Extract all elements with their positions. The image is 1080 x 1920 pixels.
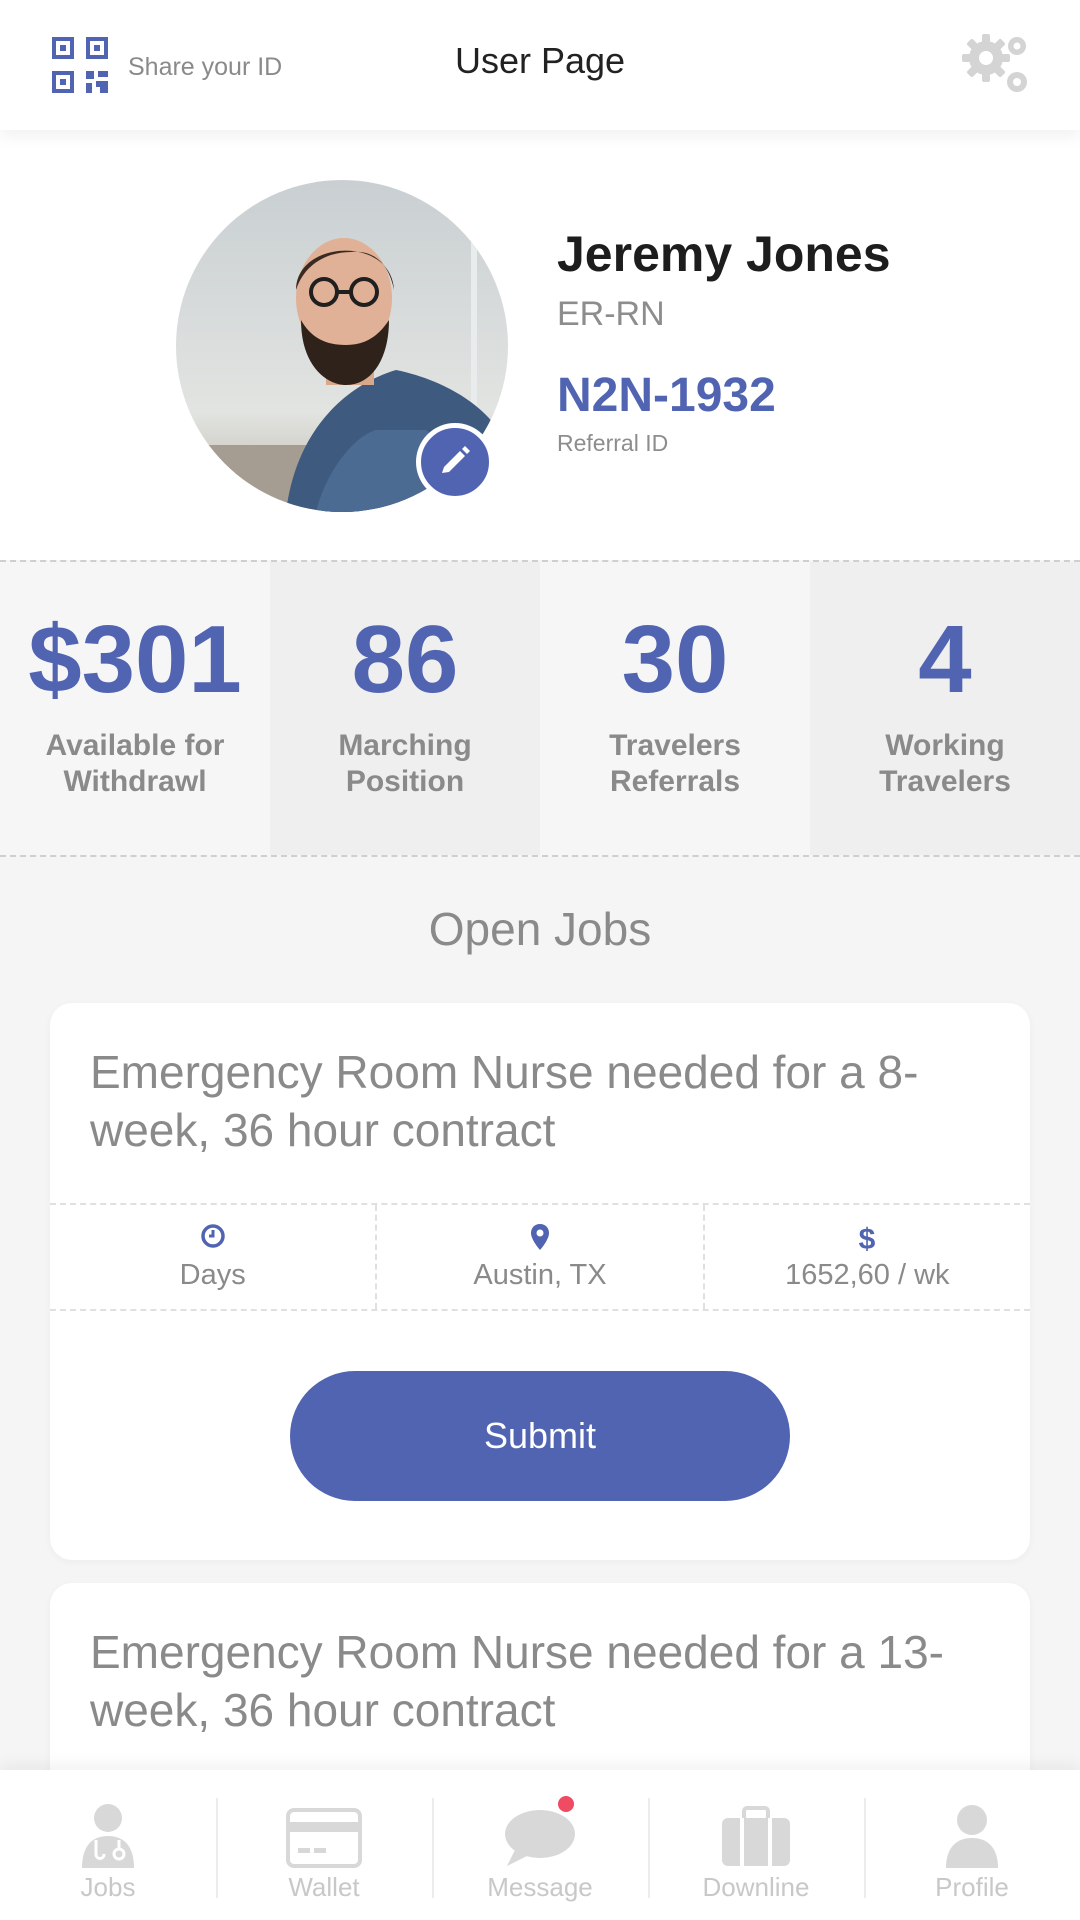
wallet-card-icon	[216, 1798, 432, 1868]
profile-section: Jeremy Jones ER-RN N2N-1932 Referral ID	[0, 130, 1080, 560]
nav-label: Profile	[935, 1872, 1009, 1902]
stat-working-travelers[interactable]: 4 Working Travelers	[810, 562, 1080, 855]
top-header: Share your ID User Page	[0, 0, 1080, 130]
notification-badge	[558, 1796, 574, 1812]
stats-bar: $301 Available for Withdrawl 86 Marching…	[0, 560, 1080, 857]
stat-label-line: Travelers	[609, 729, 741, 762]
stat-label-line: Referrals	[609, 765, 741, 798]
doctor-icon	[0, 1798, 216, 1868]
stat-label: Marching Position	[270, 728, 540, 800]
edit-avatar-button[interactable]	[416, 423, 494, 501]
user-icon	[864, 1798, 1080, 1868]
nav-item-message[interactable]: Message	[432, 1770, 648, 1920]
nav-item-profile[interactable]: Profile	[864, 1770, 1080, 1920]
bottom-navigation: Jobs Wallet Message Downline Profile	[0, 1770, 1080, 1920]
job-pay: $ 1652,60 / wk	[702, 1205, 1030, 1309]
user-name: Jeremy Jones	[557, 226, 891, 282]
avatar-container	[176, 180, 508, 512]
stat-label-line: Marching	[338, 729, 472, 762]
stat-value: 30	[621, 606, 729, 713]
stat-label-line: Withdrawl	[63, 765, 207, 798]
stat-label-line: Available for	[45, 729, 225, 762]
job-location-text: Austin, TX	[473, 1259, 607, 1291]
nav-item-jobs[interactable]: Jobs	[0, 1770, 216, 1920]
stat-value: 86	[351, 606, 459, 713]
nav-label: Message	[487, 1872, 593, 1902]
stat-available-withdrawal[interactable]: $301 Available for Withdrawl	[0, 562, 270, 855]
job-card[interactable]: Emergency Room Nurse needed for a 8-week…	[50, 1003, 1030, 1560]
nav-label: Downline	[702, 1872, 810, 1902]
stat-value: $301	[28, 606, 242, 713]
clock-icon	[50, 1223, 375, 1253]
chat-bubble-icon	[432, 1796, 648, 1868]
nav-label: Wallet	[288, 1872, 360, 1902]
job-schedule-text: Days	[179, 1259, 246, 1291]
stat-label-line: Working	[885, 729, 1005, 762]
stat-travelers-referrals[interactable]: 30 Travelers Referrals	[540, 562, 810, 855]
job-schedule: Days	[50, 1205, 375, 1309]
briefcase-icon	[648, 1798, 864, 1868]
nav-item-downline[interactable]: Downline	[648, 1770, 864, 1920]
page-title: User Page	[454, 40, 626, 81]
stat-value: 4	[918, 606, 972, 713]
settings-gear-icon[interactable]	[960, 32, 1032, 98]
user-role: ER-RN	[557, 295, 665, 333]
svg-text:$: $	[859, 1223, 876, 1253]
dollar-icon: $	[705, 1223, 1030, 1253]
stat-label-line: Position	[345, 765, 465, 798]
stat-label-line: Travelers	[879, 765, 1011, 798]
stat-label: Travelers Referrals	[540, 728, 810, 800]
nav-label: Jobs	[80, 1872, 136, 1902]
stat-label: Available for Withdrawl	[0, 728, 270, 800]
nav-item-wallet[interactable]: Wallet	[216, 1770, 432, 1920]
referral-id-value: N2N-1932	[557, 369, 776, 422]
stat-marching-position[interactable]: 86 Marching Position	[270, 562, 540, 855]
job-pay-text: 1652,60 / wk	[785, 1259, 950, 1291]
submit-button[interactable]: Submit	[290, 1371, 790, 1501]
referral-id-label: Referral ID	[557, 430, 669, 456]
stat-label: Working Travelers	[810, 728, 1080, 800]
map-pin-icon	[377, 1223, 702, 1253]
job-meta-row: Days Austin, TX $ 1652,60 / wk	[50, 1203, 1030, 1311]
open-jobs-title: Open Jobs	[428, 903, 652, 955]
job-title: Emergency Room Nurse needed for a 13-wee…	[90, 1626, 944, 1736]
job-location: Austin, TX	[375, 1205, 702, 1309]
pencil-icon	[438, 443, 472, 482]
job-title: Emergency Room Nurse needed for a 8-week…	[90, 1046, 919, 1156]
